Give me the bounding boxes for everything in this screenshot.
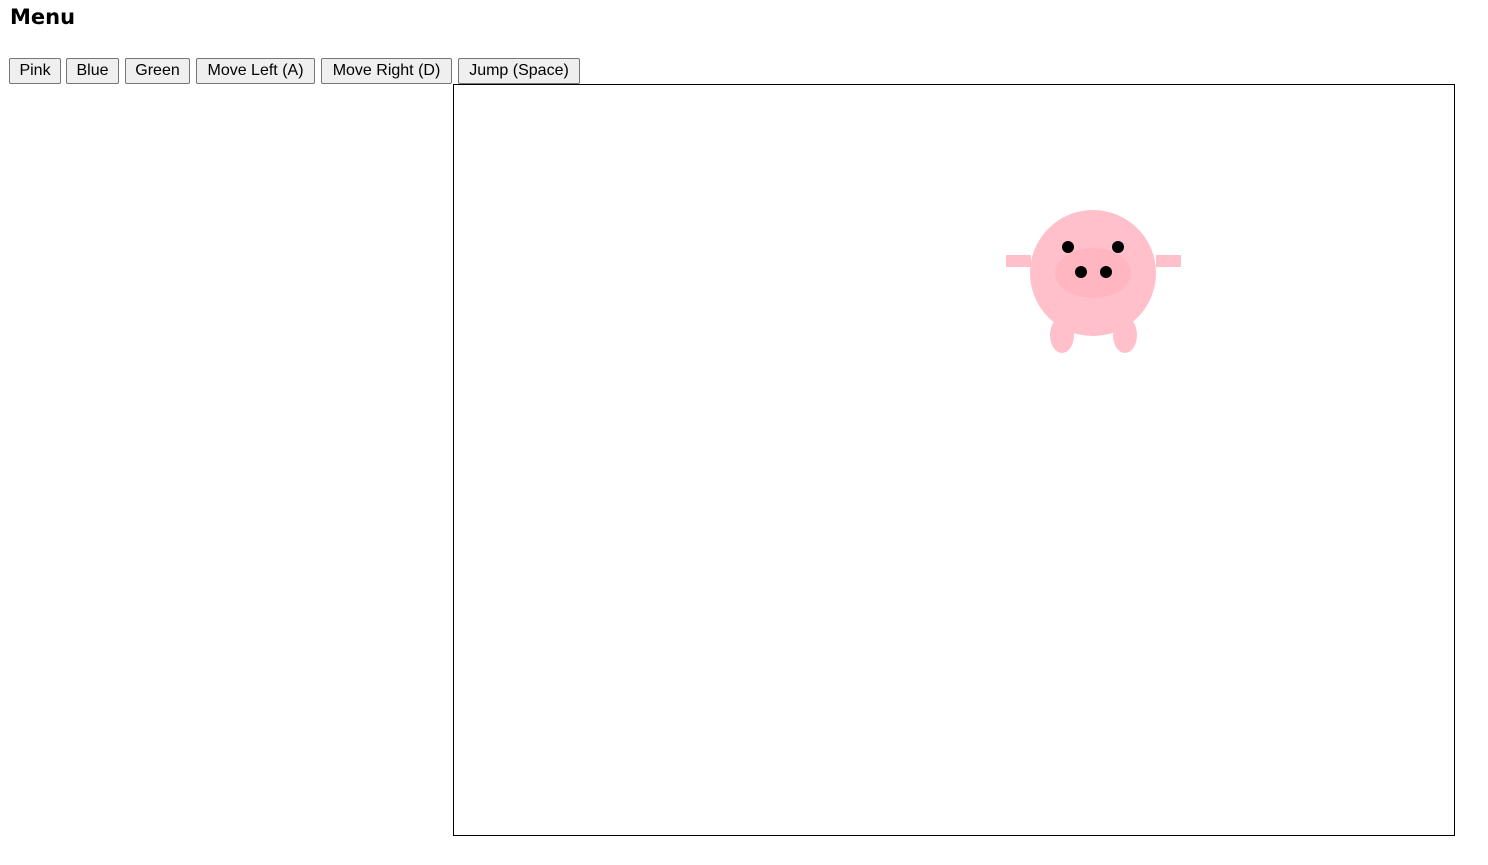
- green-color-button[interactable]: Green: [125, 58, 190, 84]
- page: Menu Pink Blue Green Move Left (A) Move …: [0, 0, 1488, 865]
- pig-snout: [1055, 248, 1131, 298]
- pig-left-eye: [1062, 241, 1074, 253]
- move-left-button[interactable]: Move Left (A): [196, 58, 315, 84]
- pig-right-arm: [1156, 255, 1181, 267]
- game-canvas[interactable]: [453, 84, 1455, 836]
- menu-title: Menu: [10, 5, 76, 29]
- pink-color-button[interactable]: Pink: [9, 58, 61, 84]
- blue-color-button[interactable]: Blue: [66, 58, 119, 84]
- pig-right-nostril: [1100, 266, 1112, 278]
- jump-button[interactable]: Jump (Space): [458, 58, 580, 84]
- pig-left-nostril: [1075, 266, 1087, 278]
- pig-character: [1006, 210, 1181, 353]
- move-right-button[interactable]: Move Right (D): [321, 58, 452, 84]
- pig-left-arm: [1006, 255, 1031, 267]
- game-scene: [1006, 210, 1181, 353]
- pig-right-eye: [1112, 241, 1124, 253]
